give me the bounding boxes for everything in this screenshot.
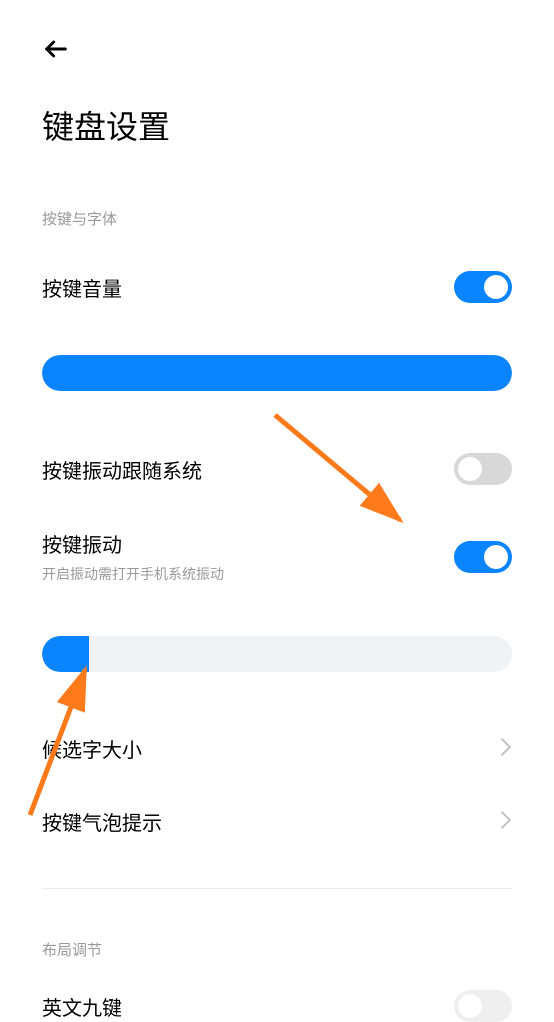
vibration-slider[interactable] [42,636,512,672]
vibration-system-title: 按键振动跟随系统 [42,455,202,484]
vibration-row: 按键振动 开启振动需打开手机系统振动 [0,507,554,606]
english-nine-toggle[interactable] [454,990,512,1022]
bubble-hint-row[interactable]: 按键气泡提示 [0,785,554,858]
key-sound-title: 按键音量 [42,273,122,302]
chevron-right-icon [500,738,512,760]
back-button[interactable] [42,35,70,67]
key-sound-row: 按键音量 [0,249,554,325]
section-keys-font-label: 按键与字体 [0,148,554,249]
key-sound-slider[interactable] [42,355,512,391]
candidate-size-title: 候选字大小 [42,734,142,763]
vibration-toggle[interactable] [454,541,512,573]
section-divider [42,888,512,889]
chevron-right-icon [500,811,512,833]
english-nine-title: 英文九键 [42,992,122,1021]
vibration-subtitle: 开启振动需打开手机系统振动 [42,564,224,584]
vibration-system-toggle[interactable] [454,453,512,485]
bubble-hint-title: 按键气泡提示 [42,807,162,836]
page-title: 键盘设置 [0,67,554,148]
vibration-title: 按键振动 [42,529,224,558]
candidate-size-row[interactable]: 候选字大小 [0,712,554,785]
key-sound-toggle[interactable] [454,271,512,303]
vibration-system-row: 按键振动跟随系统 [0,431,554,507]
section-layout-label: 布局调节 [0,919,554,980]
english-nine-row[interactable]: 英文九键 [0,980,554,1022]
